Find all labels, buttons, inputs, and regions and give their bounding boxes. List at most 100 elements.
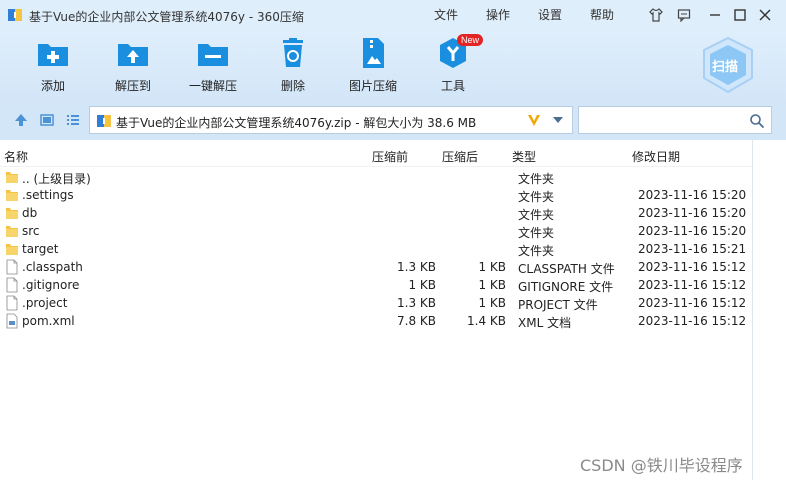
folder-icon <box>6 208 18 219</box>
one-click-extract-button[interactable]: 一键解压 <box>173 36 253 96</box>
file-row[interactable]: .. (上级目录) 文件夹 <box>0 168 752 186</box>
file-name: .gitignore <box>22 278 80 292</box>
file-modified: 2023-11-16 15:20 <box>638 224 747 238</box>
file-compressed-size: 7.8 KB <box>397 314 436 328</box>
file-original-size: 1 KB <box>478 278 506 292</box>
thumbnail-view-icon[interactable] <box>40 113 54 127</box>
file-modified: 2023-11-16 15:12 <box>638 296 747 310</box>
menu-file[interactable]: 文件 <box>434 6 458 23</box>
file-row[interactable]: .gitignore 1 KB 1 KB GITIGNORE 文件 2023-11-16… <box>0 276 752 294</box>
column-original[interactable]: 压缩后 <box>442 148 478 165</box>
extract-to-button[interactable]: 解压到 <box>93 36 173 96</box>
path-field[interactable]: 基于Vue的企业内部公文管理系统4076y.zip - 解包大小为 38.6 M… <box>89 106 573 134</box>
chevron-down-icon[interactable] <box>552 116 564 124</box>
file-row[interactable]: target 文件夹 2023-11-16 15:21 <box>0 240 752 258</box>
add-label: 添加 <box>40 79 65 93</box>
file-row[interactable]: .classpath 1.3 KB 1 KB CLASSPATH 文件 2023-11-… <box>0 258 752 276</box>
file-name: .project <box>22 296 68 310</box>
message-icon <box>677 9 691 22</box>
file-type: 文件夹 <box>518 172 555 186</box>
column-type[interactable]: 类型 <box>512 148 536 165</box>
file-rows: .. (上级目录) 文件夹 .settings 文件夹 2023-11-16 15:20… <box>0 168 752 330</box>
archive-path: 基于Vue的企业内部公文管理系统4076y.zip - 解包大小为 38.6 M… <box>116 116 477 130</box>
tools-label: 工具 <box>440 79 465 93</box>
add-button[interactable]: 添加 <box>13 36 93 96</box>
one-click-extract-label: 一键解压 <box>188 79 237 93</box>
search-input[interactable] <box>578 106 772 134</box>
watermark: CSDN @铁川毕设程序 <box>580 456 743 475</box>
file-row[interactable]: db 文件夹 2023-11-16 15:20 <box>0 204 752 222</box>
file-icon <box>6 277 18 293</box>
title-bar: 基于Vue的企业内部公文管理系统4076y - 360压缩 文件 操作 设置 帮… <box>0 0 786 30</box>
feedback-button[interactable] <box>675 6 693 24</box>
column-compressed[interactable]: 压缩前 <box>372 148 408 165</box>
file-name: .classpath <box>22 260 83 274</box>
file-type: CLASSPATH 文件 <box>518 262 615 276</box>
menu-settings[interactable]: 设置 <box>538 6 562 23</box>
address-bar: 基于Vue的企业内部公文管理系统4076y.zip - 解包大小为 38.6 M… <box>0 100 786 140</box>
minimize-icon <box>710 14 720 16</box>
window-title: 基于Vue的企业内部公文管理系统4076y - 360压缩 <box>29 10 304 24</box>
close-icon <box>759 9 771 21</box>
file-type: GITIGNORE 文件 <box>518 280 614 294</box>
file-compressed-size: 1.3 KB <box>397 260 436 274</box>
file-row[interactable]: src 文件夹 2023-11-16 15:20 <box>0 222 752 240</box>
image-compress-icon <box>363 38 384 68</box>
shirt-icon <box>649 8 663 22</box>
minimize-button[interactable] <box>706 6 724 24</box>
scan-button[interactable]: 扫描 <box>700 36 756 94</box>
app-logo-icon <box>8 9 22 21</box>
maximize-button[interactable] <box>731 6 749 24</box>
one-click-extract-icon <box>198 44 228 66</box>
file-original-size: 1.4 KB <box>467 314 506 328</box>
file-name: .settings <box>22 188 74 202</box>
tools-button[interactable]: New 工具 <box>413 34 493 96</box>
file-icon <box>6 259 18 275</box>
extract-to-icon <box>118 44 148 66</box>
menu-operate[interactable]: 操作 <box>486 6 510 23</box>
file-original-size: 1 KB <box>478 260 506 274</box>
file-modified: 2023-11-16 15:12 <box>638 260 747 274</box>
file-modified: 2023-11-16 15:12 <box>638 278 747 292</box>
new-badge: New <box>457 34 484 46</box>
file-modified: 2023-11-16 15:20 <box>638 206 747 220</box>
skin-button[interactable] <box>647 6 665 24</box>
file-row[interactable]: .settings 文件夹 2023-11-16 15:20 <box>0 186 752 204</box>
up-arrow-icon[interactable] <box>14 113 28 127</box>
file-row[interactable]: .project 1.3 KB 1 KB PROJECT 文件 2023-11-16 1… <box>0 294 752 312</box>
search-icon[interactable] <box>749 113 765 129</box>
image-compress-button[interactable]: 图片压缩 <box>333 36 413 96</box>
close-button[interactable] <box>756 6 774 24</box>
add-icon <box>38 44 68 66</box>
file-original-size: 1 KB <box>478 296 506 310</box>
scan-label: 扫描 <box>712 60 739 75</box>
file-modified: 2023-11-16 15:12 <box>638 314 747 328</box>
folder-icon <box>6 172 18 183</box>
list-view-icon[interactable] <box>66 113 80 127</box>
column-name[interactable]: 名称 <box>4 148 28 165</box>
folder-icon <box>6 226 18 237</box>
file-type: XML 文档 <box>518 316 572 330</box>
file-name: db <box>22 206 38 220</box>
trash-icon <box>283 38 303 67</box>
delete-button[interactable]: 删除 <box>253 36 333 96</box>
file-modified: 2023-11-16 15:21 <box>638 242 747 256</box>
file-name: src <box>22 224 40 238</box>
column-modified[interactable]: 修改日期 <box>632 148 680 165</box>
file-icon <box>6 295 18 311</box>
scrollbar-track[interactable] <box>752 140 753 480</box>
v-logo-icon[interactable] <box>526 112 542 128</box>
file-row[interactable]: pom.xml 7.8 KB 1.4 KB XML 文档 2023-11-16 15:1… <box>0 312 752 330</box>
file-name: .. (上级目录) <box>22 172 91 186</box>
file-name: pom.xml <box>22 314 75 328</box>
folder-icon <box>6 190 18 201</box>
maximize-icon <box>734 9 746 21</box>
toolbar: 添加 解压到 一键解压 删除 图片压缩 New 工具 <box>0 30 786 100</box>
xml-file-icon <box>6 313 18 329</box>
extract-to-label: 解压到 <box>114 79 151 93</box>
file-compressed-size: 1.3 KB <box>397 296 436 310</box>
zip-file-icon <box>97 115 111 127</box>
menu-help[interactable]: 帮助 <box>590 6 614 23</box>
file-type: 文件夹 <box>518 190 555 204</box>
image-compress-label: 图片压缩 <box>348 79 397 93</box>
